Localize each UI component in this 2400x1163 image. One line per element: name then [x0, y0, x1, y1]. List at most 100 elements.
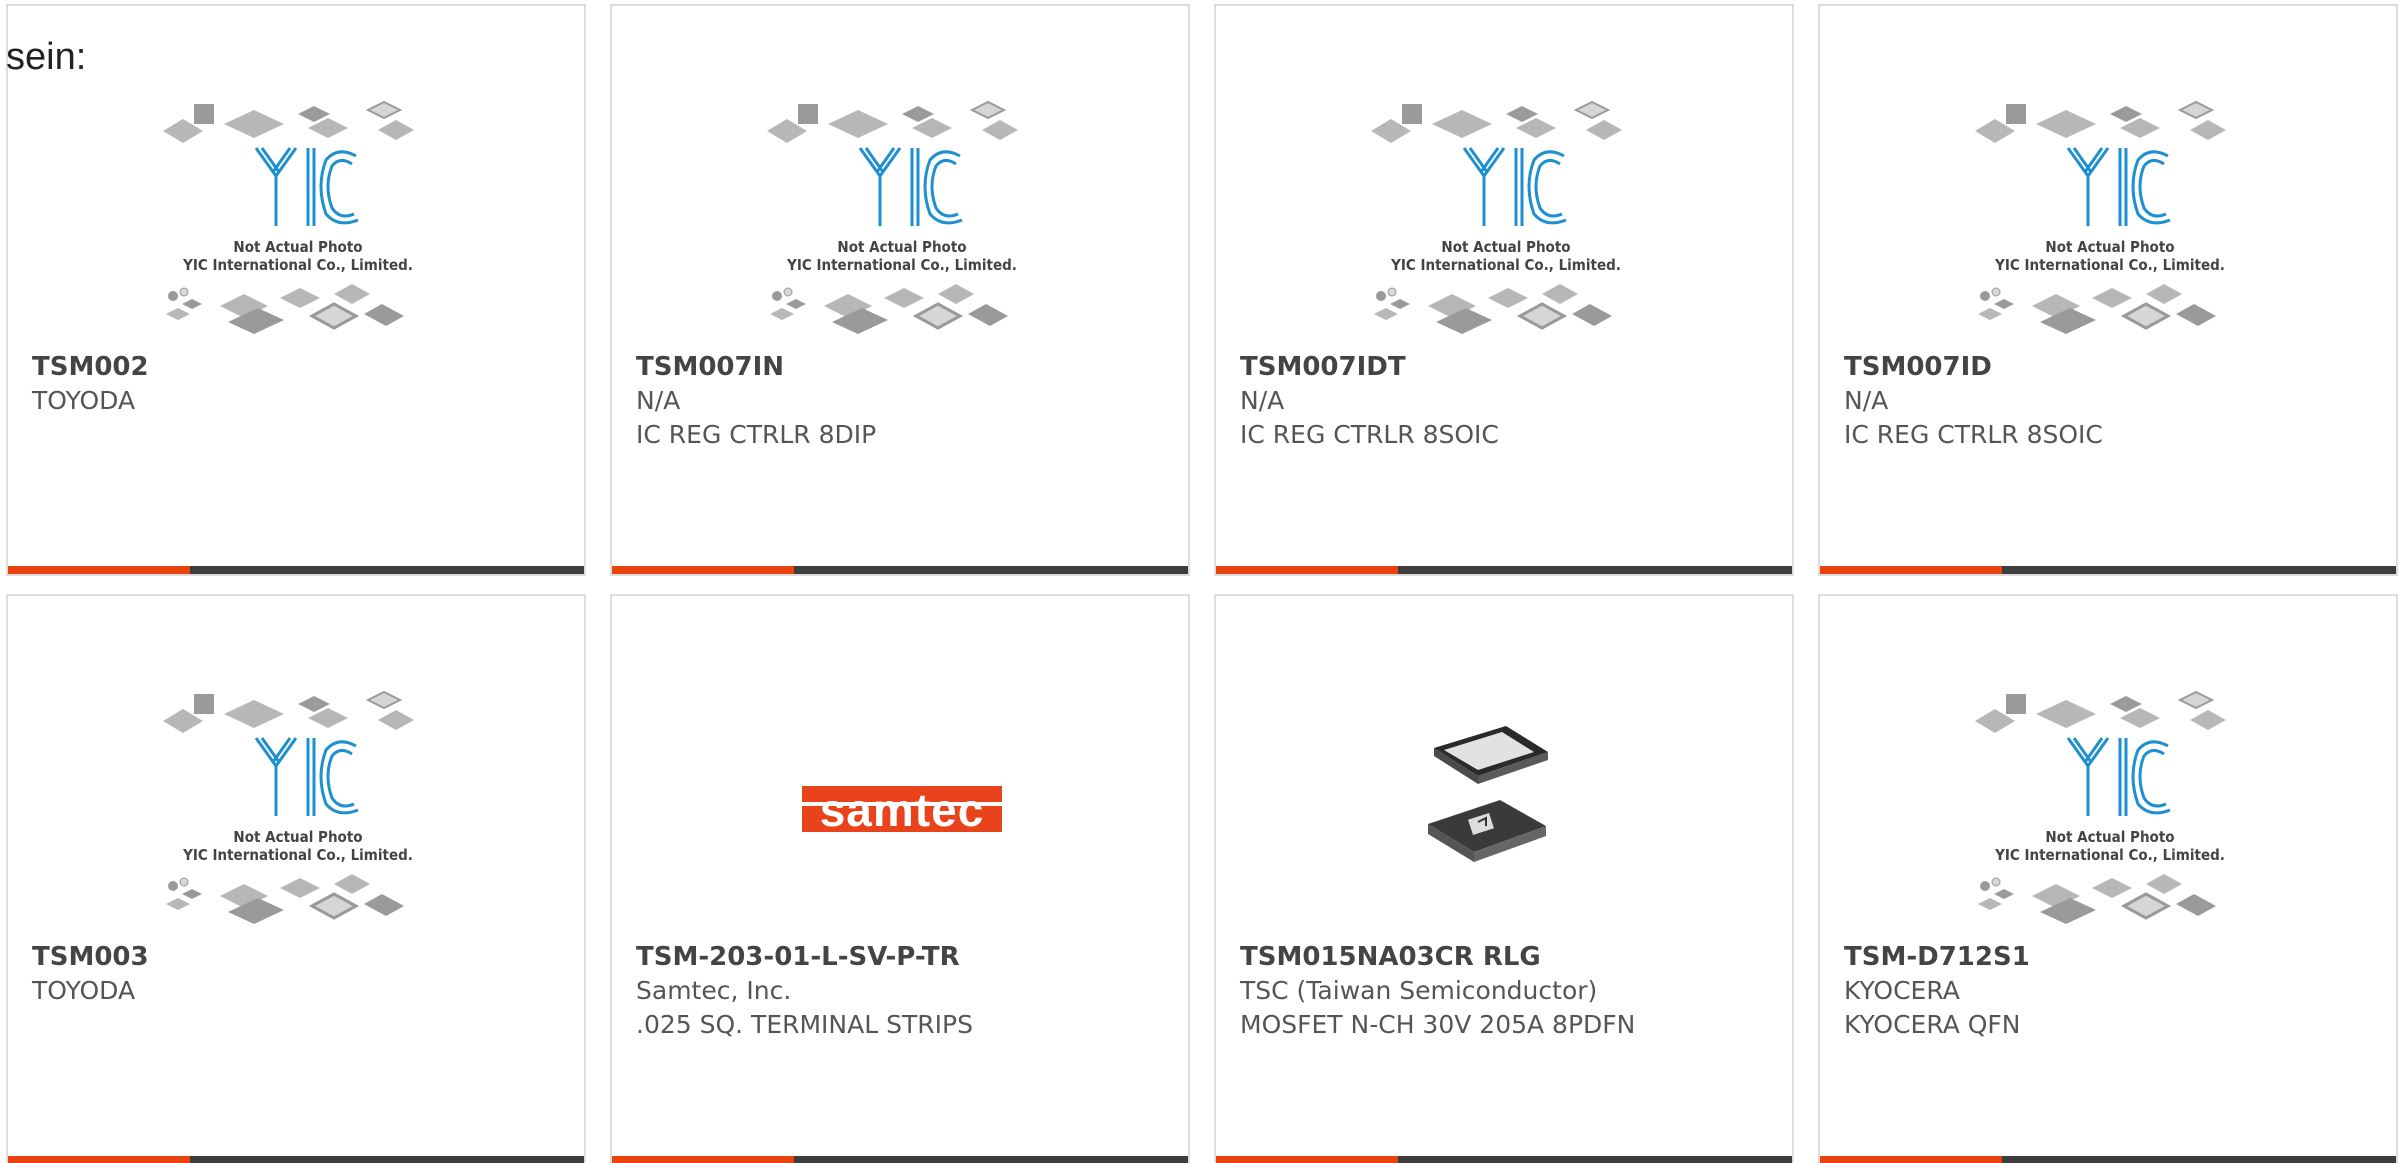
yic-logo-icon — [858, 147, 963, 226]
card-accent-segment — [1820, 566, 2002, 574]
card-accent-bar — [1216, 566, 1792, 574]
product-card[interactable]: Not Actual Photo YIC International Co., … — [610, 4, 1190, 576]
product-card[interactable]: Not Actual Photo YIC International Co., … — [6, 594, 586, 1163]
product-info: TSM015NA03CR RLG TSC (Taiwan Semiconducto… — [1240, 940, 1780, 1042]
product-image[interactable]: samtec — [612, 676, 1188, 936]
part-number-link[interactable]: TSM-203-01-L-SV-P-TR — [636, 940, 1176, 974]
chip-shapes-top — [1975, 100, 2226, 143]
chip-shapes-bottom — [770, 284, 1008, 334]
card-accent-segment — [612, 1156, 794, 1163]
manufacturer: TOYODA — [32, 976, 136, 1005]
card-accent-segment — [1820, 1156, 2002, 1163]
product-image[interactable]: Not Actual Photo YIC International Co., … — [1820, 676, 2396, 936]
description: IC REG CTRLR 8DIP — [636, 420, 877, 449]
placeholder-caption-2: YIC International Co., Limited. — [182, 256, 413, 274]
product-card[interactable]: Not Actual Photo YIC International Co., … — [1214, 4, 1794, 576]
card-accent-bar — [612, 1156, 1188, 1163]
product-image[interactable]: Not Actual Photo YIC International Co., … — [612, 86, 1188, 346]
description: KYOCERA QFN — [1844, 1010, 2021, 1039]
product-info: TSM002 TOYODA — [32, 350, 572, 418]
product-info: TSM-D712S1 KYOCERA KYOCERA QFN — [1844, 940, 2384, 1042]
placeholder-caption-1: Not Actual Photo — [837, 238, 966, 256]
product-image[interactable]: Not Actual Photo YIC International Co., … — [1820, 86, 2396, 346]
card-accent-segment — [8, 1156, 190, 1163]
product-image[interactable] — [1216, 676, 1792, 936]
yic-logo-icon — [254, 147, 359, 226]
svg-text:samtec: samtec — [820, 784, 985, 836]
chip-bottom-view-icon — [1428, 800, 1546, 862]
card-accent-segment — [1216, 566, 1398, 574]
manufacturer: N/A — [1240, 386, 1285, 415]
chip-shapes-top — [1975, 690, 2226, 733]
product-card[interactable]: Not Actual Photo YIC International Co., … — [1818, 4, 2398, 576]
product-image[interactable]: Not Actual Photo YIC International Co., … — [1216, 86, 1792, 346]
part-number-link[interactable]: TSM007IDT — [1240, 350, 1780, 384]
chip-shapes-bottom — [1978, 874, 2216, 924]
manufacturer: N/A — [636, 386, 681, 415]
card-accent-bar — [612, 566, 1188, 574]
description: IC REG CTRLR 8SOIC — [1240, 420, 1499, 449]
placeholder-caption-2: YIC International Co., Limited. — [1390, 256, 1621, 274]
part-number-link[interactable]: TSM003 — [32, 940, 572, 974]
chip-shapes-bottom — [166, 284, 404, 334]
leading-text: sein: — [6, 36, 87, 78]
yic-logo-icon — [254, 737, 359, 816]
chip-shapes-bottom — [1978, 284, 2216, 334]
product-card[interactable]: Not Actual Photo YIC International Co., … — [1818, 594, 2398, 1163]
card-accent-bar — [1820, 1156, 2396, 1163]
part-number-link[interactable]: TSM007IN — [636, 350, 1176, 384]
description: IC REG CTRLR 8SOIC — [1844, 420, 2103, 449]
yic-placeholder-image: Not Actual Photo YIC International Co., … — [163, 100, 414, 334]
manufacturer: Samtec, Inc. — [636, 976, 792, 1005]
yic-placeholder-image: Not Actual Photo YIC International Co., … — [1975, 100, 2226, 334]
manufacturer: TSC (Taiwan Semiconductor) — [1240, 976, 1598, 1005]
product-grid-page: sein: Not Actual Photo YIC International… — [0, 0, 2400, 1163]
pdfn-chip-photo — [1428, 726, 1548, 862]
product-info: TSM007IN N/A IC REG CTRLR 8DIP — [636, 350, 1176, 452]
placeholder-caption-1: Not Actual Photo — [233, 238, 362, 256]
yic-logo-icon — [2066, 737, 2171, 816]
chip-shapes-top — [767, 100, 1018, 143]
product-card[interactable]: samtec TSM-203-01-L-SV-P-TR Samtec, Inc..… — [610, 594, 1190, 1163]
product-info: TSM007IDT N/A IC REG CTRLR 8SOIC — [1240, 350, 1780, 452]
card-accent-bar — [8, 566, 584, 574]
card-accent-bar — [1820, 566, 2396, 574]
card-accent-segment — [612, 566, 794, 574]
chip-top-view-icon — [1434, 726, 1548, 784]
chip-shapes-top — [163, 100, 414, 143]
chip-shapes-bottom — [166, 874, 404, 924]
yic-placeholder-image: Not Actual Photo YIC International Co., … — [163, 690, 414, 924]
manufacturer: N/A — [1844, 386, 1889, 415]
chip-shapes-top — [1371, 100, 1622, 143]
description: MOSFET N-CH 30V 205A 8PDFN — [1240, 1010, 1636, 1039]
yic-placeholder-image: Not Actual Photo YIC International Co., … — [1371, 100, 1622, 334]
manufacturer: KYOCERA — [1844, 976, 1960, 1005]
yic-placeholder-image: Not Actual Photo YIC International Co., … — [767, 100, 1018, 334]
yic-logo-icon — [1462, 147, 1567, 226]
placeholder-caption-2: YIC International Co., Limited. — [1994, 256, 2225, 274]
yic-logo-icon — [2066, 147, 2171, 226]
chip-shapes-bottom — [1374, 284, 1612, 334]
placeholder-caption-1: Not Actual Photo — [2045, 238, 2174, 256]
part-number-link[interactable]: TSM007ID — [1844, 350, 2384, 384]
product-image[interactable]: Not Actual Photo YIC International Co., … — [8, 86, 584, 346]
product-card[interactable]: Not Actual Photo YIC International Co., … — [6, 4, 586, 576]
product-card[interactable]: TSM015NA03CR RLG TSC (Taiwan Semiconducto… — [1214, 594, 1794, 1163]
description: .025 SQ. TERMINAL STRIPS — [636, 1010, 973, 1039]
card-accent-segment — [8, 566, 190, 574]
product-info: TSM-203-01-L-SV-P-TR Samtec, Inc. .025 SQ.… — [636, 940, 1176, 1042]
manufacturer: TOYODA — [32, 386, 136, 415]
samtec-logo: samtec — [802, 784, 1002, 836]
card-accent-bar — [8, 1156, 584, 1163]
yic-placeholder-image: Not Actual Photo YIC International Co., … — [1975, 690, 2226, 924]
placeholder-caption-2: YIC International Co., Limited. — [182, 846, 413, 864]
product-image[interactable]: Not Actual Photo YIC International Co., … — [8, 676, 584, 936]
chip-shapes-top — [163, 690, 414, 733]
card-accent-segment — [1216, 1156, 1398, 1163]
product-info: TSM007ID N/A IC REG CTRLR 8SOIC — [1844, 350, 2384, 452]
part-number-link[interactable]: TSM002 — [32, 350, 572, 384]
part-number-link[interactable]: TSM-D712S1 — [1844, 940, 2384, 974]
product-info: TSM003 TOYODA — [32, 940, 572, 1008]
part-number-link[interactable]: TSM015NA03CR RLG — [1240, 940, 1780, 974]
card-accent-bar — [1216, 1156, 1792, 1163]
